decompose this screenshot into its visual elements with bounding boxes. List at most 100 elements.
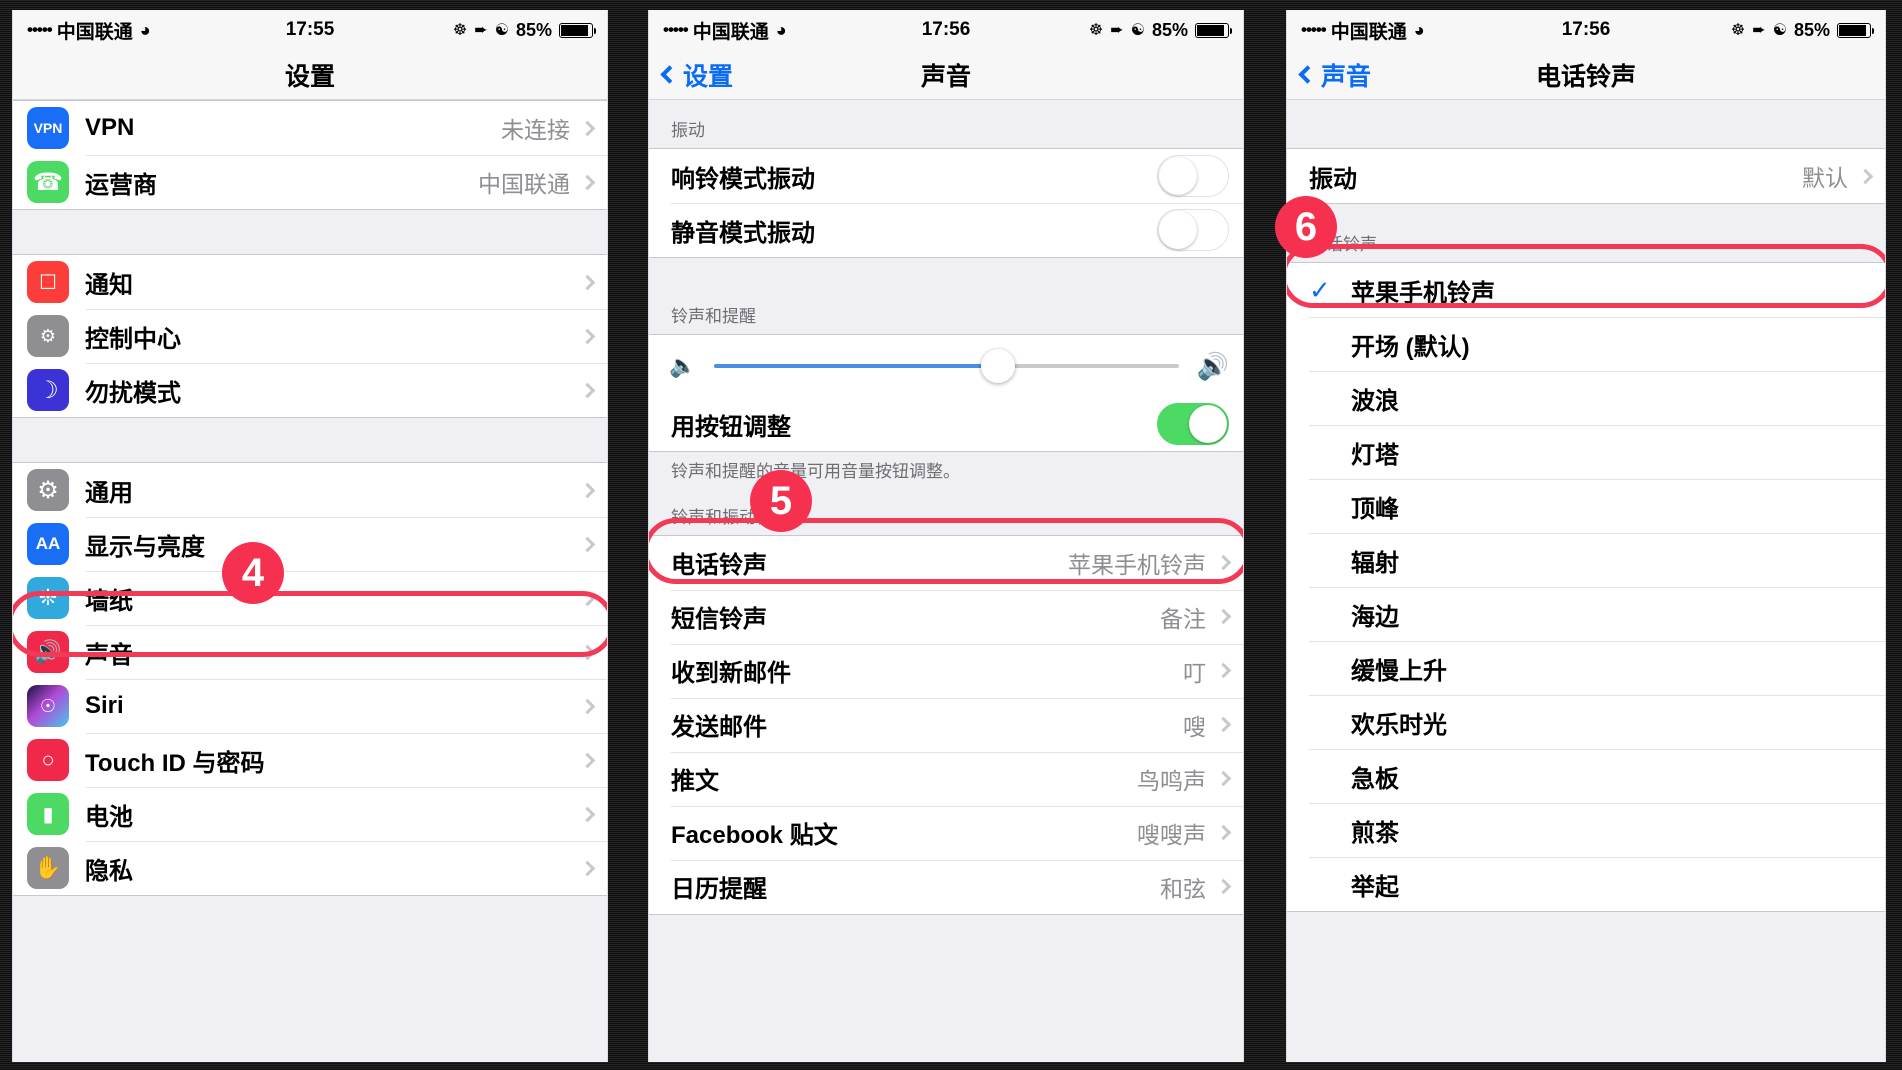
sidebar-item-notifications[interactable]: ☐ 通知 <box>13 255 607 309</box>
toggle-vibrate-on-ring[interactable] <box>1157 155 1229 197</box>
wallpaper-icon: ❊ <box>27 577 69 619</box>
row-label: 煎茶 <box>1351 819 1399 847</box>
status-bar: ••••• 中国联通 ◕ 17:56 ☸ ➨ ☯ 85% <box>1287 10 1885 50</box>
row-volume-slider[interactable]: 🔈 🔊 <box>649 335 1243 397</box>
row-label: 静音模式振动 <box>671 219 815 247</box>
list-item-ringtone[interactable]: ✓ 顶峰 <box>1287 479 1885 533</box>
back-button[interactable]: 声音 <box>1298 57 1371 93</box>
row-label: 苹果手机铃声 <box>1351 279 1495 307</box>
sidebar-item-do-not-disturb[interactable]: ☽ 勿扰模式 <box>13 363 607 417</box>
slider-knob[interactable] <box>980 349 1015 383</box>
row-label: 通用 <box>85 479 133 507</box>
row-value: 鸟鸣声 <box>1137 767 1206 794</box>
row-change-with-buttons[interactable]: 用按钮调整 <box>649 397 1243 451</box>
list-item-ringtone[interactable]: ✓ 苹果手机铃声 <box>1287 263 1885 317</box>
sidebar-item-carrier[interactable]: ☎ 运营商 中国联通 <box>13 155 607 209</box>
list-item-ringtone[interactable]: ✓ 开场 (默认) <box>1287 317 1885 371</box>
sidebar-item-sounds[interactable]: 🔊 声音 <box>13 625 607 679</box>
row-facebook-post[interactable]: Facebook 贴文 嗖嗖声 <box>649 805 1243 860</box>
row-text-tone[interactable]: 短信铃声 备注 <box>649 589 1243 644</box>
row-label: 欢乐时光 <box>1351 711 1447 739</box>
sidebar-item-battery[interactable]: ▮ 电池 <box>13 787 607 841</box>
volume-slider[interactable] <box>714 349 1179 383</box>
list-item-ringtone[interactable]: ✓ 欢乐时光 <box>1287 695 1885 749</box>
row-label: Facebook 贴文 <box>671 822 838 850</box>
list-item-ringtone[interactable]: ✓ 举起 <box>1287 857 1885 911</box>
back-button[interactable]: 设置 <box>660 57 733 93</box>
list-item-ringtone[interactable]: ✓ 灯塔 <box>1287 425 1885 479</box>
sidebar-item-privacy[interactable]: ✋ 隐私 <box>13 841 607 895</box>
sidebar-item-display[interactable]: AA 显示与亮度 <box>13 517 607 571</box>
signal-dots-icon: ••••• <box>663 20 689 39</box>
group-spacer <box>1287 100 1885 148</box>
list-item-ringtone[interactable]: ✓ 煎茶 <box>1287 803 1885 857</box>
row-label: 隐私 <box>85 857 133 885</box>
row-calendar-alert[interactable]: 日历提醒 和弦 <box>649 859 1243 914</box>
section-footer-ringer: 铃声和提醒的音量可用音量按钮调整。 <box>649 452 1243 493</box>
row-sent-mail[interactable]: 发送邮件 嗖 <box>649 697 1243 752</box>
settings-list[interactable]: VPN VPN 未连接 ☎ 运营商 中国联通 ☐ 通知 ⚙ 控制中心 ☽ 勿扰模… <box>13 100 607 1062</box>
row-label: 勿扰模式 <box>85 379 181 407</box>
phone-icon: ☎ <box>27 161 69 203</box>
screenshot-stage: ••••• 中国联通 ◕ 17:55 ☸ ➨ ☯ 85% 设置 VPN VPN … <box>0 0 1902 1070</box>
sidebar-item-touchid[interactable]: ○ Touch ID 与密码 <box>13 733 607 787</box>
carrier-name: 中国联通 <box>692 21 769 43</box>
toggle-vibrate-on-silent[interactable] <box>1157 209 1229 251</box>
ringtone-list[interactable]: 振动 默认 电话铃声 ✓ 苹果手机铃声 ✓ 开场 (默认) ✓ 波浪 <box>1287 100 1885 1062</box>
gear-icon: ⚙ <box>27 469 69 511</box>
chevron-right-icon <box>579 120 596 136</box>
chevron-right-icon <box>1215 825 1232 841</box>
sidebar-item-general[interactable]: ⚙ 通用 <box>13 463 607 517</box>
row-label: Siri <box>85 692 124 719</box>
carrier-name: 中国联通 <box>56 21 133 43</box>
sidebar-item-wallpaper[interactable]: ❊ 墙纸 <box>13 571 607 625</box>
status-bar: ••••• 中国联通 ◕ 17:55 ☸ ➨ ☯ 85% <box>13 10 607 50</box>
row-label: 发送邮件 <box>671 714 767 742</box>
battery-icon <box>559 22 596 38</box>
row-new-mail[interactable]: 收到新邮件 叮 <box>649 643 1243 698</box>
group-spacer <box>649 258 1243 286</box>
list-item-ringtone[interactable]: ✓ 辐射 <box>1287 533 1885 587</box>
row-ringtone[interactable]: 电话铃声 苹果手机铃声 <box>649 535 1243 590</box>
sidebar-item-control-center[interactable]: ⚙ 控制中心 <box>13 309 607 363</box>
wifi-icon: ◕ <box>139 19 151 40</box>
row-label: 波浪 <box>1351 387 1399 415</box>
status-bar: ••••• 中国联通 ◕ 17:56 ☸ ➨ ☯ 85% <box>649 10 1243 50</box>
wifi-icon: ◕ <box>775 19 787 40</box>
toggle-change-with-buttons[interactable] <box>1157 403 1229 445</box>
list-item-ringtone[interactable]: ✓ 急板 <box>1287 749 1885 803</box>
battery-icon <box>1837 22 1874 38</box>
row-value: 嗖 <box>1183 713 1206 740</box>
chevron-right-icon <box>579 536 596 552</box>
chevron-right-icon <box>579 860 596 876</box>
row-vibrate-on-ring[interactable]: 响铃模式振动 <box>649 149 1243 203</box>
siri-icon: ☉ <box>27 685 69 727</box>
row-value: 苹果手机铃声 <box>1068 551 1206 578</box>
sidebar-item-vpn[interactable]: VPN VPN 未连接 <box>13 101 607 155</box>
status-bar-right: ☸ ➨ ☯ 85% <box>1731 20 1874 41</box>
section-header-ringer: 铃声和提醒 <box>649 286 1243 334</box>
sidebar-item-siri[interactable]: ☉ Siri <box>13 679 607 733</box>
row-label: 短信铃声 <box>671 606 767 634</box>
phone-panel-ringtone: ••••• 中国联通 ◕ 17:56 ☸ ➨ ☯ 85% 声音 电话铃声 振动 … <box>1286 10 1886 1062</box>
row-vibrate-on-silent[interactable]: 静音模式振动 <box>649 203 1243 257</box>
list-item-ringtone[interactable]: ✓ 波浪 <box>1287 371 1885 425</box>
row-vibration[interactable]: 振动 默认 <box>1287 149 1885 203</box>
row-tweet[interactable]: 推文 鸟鸣声 <box>649 751 1243 806</box>
chevron-right-icon <box>1215 879 1232 895</box>
sounds-list[interactable]: 振动 响铃模式振动 静音模式振动 铃声和提醒 🔈 🔊 用按钮调整 铃声和提醒的音… <box>649 100 1243 1062</box>
list-item-ringtone[interactable]: ✓ 海边 <box>1287 587 1885 641</box>
row-label: 开场 (默认) <box>1351 333 1470 361</box>
group-spacer <box>13 896 607 940</box>
row-value: 未连接 <box>501 117 570 143</box>
slider-fill <box>714 364 998 368</box>
chevron-right-icon <box>1857 168 1874 184</box>
do-not-disturb-icon: ☯ <box>1130 22 1145 39</box>
battery-icon: ▮ <box>27 793 69 835</box>
row-value: 和弦 <box>1160 875 1206 902</box>
row-label: Touch ID 与密码 <box>85 749 265 777</box>
phone-panel-settings: ••••• 中国联通 ◕ 17:55 ☸ ➨ ☯ 85% 设置 VPN VPN … <box>12 10 608 1062</box>
list-item-ringtone[interactable]: ✓ 缓慢上升 <box>1287 641 1885 695</box>
chevron-right-icon <box>579 328 596 344</box>
chevron-right-icon <box>1215 771 1232 787</box>
